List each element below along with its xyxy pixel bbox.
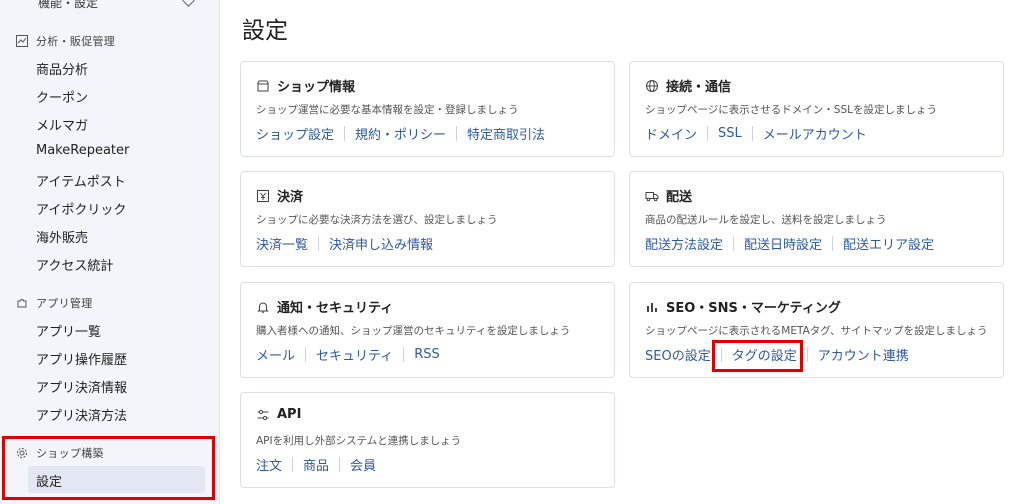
sidebar-item-product-analysis[interactable]: 商品分析 bbox=[36, 59, 88, 78]
divider bbox=[344, 126, 346, 141]
divider bbox=[339, 457, 341, 472]
link-payment-application[interactable]: 決済申し込み情報 bbox=[329, 234, 433, 253]
card-payment: 決済 ショップに必要な決済方法を選び、設定しましょう 決済一覧 決済申し込み情報 bbox=[240, 171, 615, 267]
link-ssl[interactable]: SSL bbox=[718, 126, 742, 141]
card-title: 決済 bbox=[277, 190, 304, 205]
sidebar-item-access-stats[interactable]: アクセス統計 bbox=[36, 255, 113, 274]
card-description: 商品の配送ルールを設定し、送料を設定しましょう bbox=[645, 214, 887, 226]
card-description: ショップページに表示されるMETAタグ、サイトマップを設定しましょう bbox=[645, 325, 988, 337]
card-description: ショップページに表示させるドメイン・SSLを設定しましょう bbox=[645, 104, 937, 116]
card-notification-security: 通知・セキュリティ 購入者様への通知、ショップ運営のセキュリティを設定しましょう… bbox=[240, 282, 615, 378]
divider bbox=[806, 347, 808, 362]
card-connection: 接続・通信 ショップページに表示させるドメイン・SSLを設定しましょう ドメイン… bbox=[629, 61, 1004, 157]
api-icon bbox=[257, 409, 269, 420]
sidebar-item-makerepeater[interactable]: MakeRepeater bbox=[36, 143, 129, 158]
sidebar-group-apps: アプリ管理 bbox=[16, 295, 93, 311]
divider bbox=[292, 457, 294, 472]
yen-icon bbox=[257, 189, 269, 202]
card-title: API bbox=[277, 407, 302, 422]
link-rss[interactable]: RSS bbox=[414, 347, 440, 362]
card-title: ショップ情報 bbox=[277, 80, 356, 95]
sidebar-item-features[interactable]: 機能・設定 bbox=[38, 0, 98, 11]
divider bbox=[305, 347, 307, 362]
card-title: SEO・SNS・マーケティング bbox=[666, 301, 841, 316]
link-commercial-law[interactable]: 特定商取引法 bbox=[467, 124, 545, 143]
sidebar-item-app-list[interactable]: アプリ一覧 bbox=[36, 321, 101, 340]
page-title: 設定 bbox=[242, 18, 288, 44]
card-description: 購入者様への通知、ショップ運営のセキュリティを設定しましょう bbox=[256, 325, 571, 337]
sidebar-item-app-history[interactable]: アプリ操作履歴 bbox=[36, 349, 127, 368]
divider bbox=[318, 236, 320, 251]
link-mail-account[interactable]: メールアカウント bbox=[763, 124, 867, 143]
truck-icon bbox=[645, 191, 659, 201]
link-shipping-datetime[interactable]: 配送日時設定 bbox=[744, 234, 822, 253]
sidebar-item-aipoclick[interactable]: アイポクリック bbox=[36, 199, 126, 218]
link-terms-policy[interactable]: 規約・ポリシー bbox=[355, 124, 446, 143]
divider bbox=[456, 126, 458, 141]
link-account-linking[interactable]: アカウント連携 bbox=[818, 345, 909, 364]
link-security[interactable]: セキュリティ bbox=[316, 345, 393, 364]
card-title: 接続・通信 bbox=[666, 80, 732, 95]
card-title: 通知・セキュリティ bbox=[277, 301, 394, 316]
highlight-box-sidebar bbox=[2, 436, 215, 500]
card-shipping: 配送 商品の配送ルールを設定し、送料を設定しましょう 配送方法設定 配送日時設定… bbox=[629, 171, 1004, 267]
link-members[interactable]: 会員 bbox=[350, 455, 376, 474]
link-orders[interactable]: 注文 bbox=[256, 455, 282, 474]
sidebar-item-mailmag[interactable]: メルマガ bbox=[36, 115, 88, 134]
card-description: ショップに必要な決済方法を選び、設定しましょう bbox=[256, 214, 498, 226]
sidebar-group-label: アプリ管理 bbox=[36, 297, 93, 310]
link-mail[interactable]: メール bbox=[256, 345, 295, 364]
card-seo-sns-marketing: SEO・SNS・マーケティング ショップページに表示されるMETAタグ、サイトマ… bbox=[629, 282, 1004, 378]
sidebar-group-label: 分析・販促管理 bbox=[36, 35, 116, 48]
link-products[interactable]: 商品 bbox=[303, 455, 329, 474]
sidebar-group-analytics: 分析・販促管理 bbox=[16, 33, 115, 49]
card-shop-info: ショップ情報 ショップ運営に必要な基本情報を設定・登録しましょう ショップ設定 … bbox=[240, 61, 615, 157]
card-api: API APIを利用し外部システムと連携しましょう 注文 商品 会員 bbox=[240, 392, 615, 488]
link-payment-list[interactable]: 決済一覧 bbox=[256, 234, 308, 253]
bar-chart-icon bbox=[647, 302, 657, 312]
chevron-down-icon[interactable] bbox=[182, 0, 195, 7]
shop-icon bbox=[257, 80, 269, 91]
link-seo-settings[interactable]: SEOの設定 bbox=[645, 345, 711, 364]
link-shop-settings[interactable]: ショップ設定 bbox=[256, 124, 334, 143]
sidebar-item-app-payment-method[interactable]: アプリ決済方法 bbox=[36, 405, 127, 424]
sidebar-item-overseas[interactable]: 海外販売 bbox=[36, 227, 88, 246]
link-domain[interactable]: ドメイン bbox=[645, 124, 697, 143]
divider bbox=[707, 126, 709, 141]
divider bbox=[403, 347, 405, 362]
globe-icon bbox=[646, 79, 658, 92]
divider bbox=[751, 126, 753, 141]
link-shipping-area[interactable]: 配送エリア設定 bbox=[843, 234, 934, 253]
divider bbox=[832, 236, 834, 251]
sidebar: 機能・設定 分析・販促管理 商品分析 クーポン メルマガ MakeRepeate… bbox=[0, 0, 220, 504]
sidebar-item-itempost[interactable]: アイテムポスト bbox=[36, 171, 126, 190]
card-description: APIを利用し外部システムと連携しましょう bbox=[256, 435, 462, 447]
divider bbox=[733, 236, 735, 251]
card-title: 配送 bbox=[666, 190, 693, 205]
chart-icon bbox=[16, 35, 28, 47]
sidebar-item-coupon[interactable]: クーポン bbox=[36, 87, 88, 106]
sidebar-item-app-payment-info[interactable]: アプリ決済情報 bbox=[36, 377, 127, 396]
bell-icon bbox=[257, 302, 269, 313]
puzzle-icon bbox=[17, 299, 27, 308]
card-description: ショップ運営に必要な基本情報を設定・登録しましょう bbox=[256, 104, 519, 116]
highlight-box-tag-settings bbox=[712, 340, 803, 372]
link-shipping-method[interactable]: 配送方法設定 bbox=[645, 234, 723, 253]
